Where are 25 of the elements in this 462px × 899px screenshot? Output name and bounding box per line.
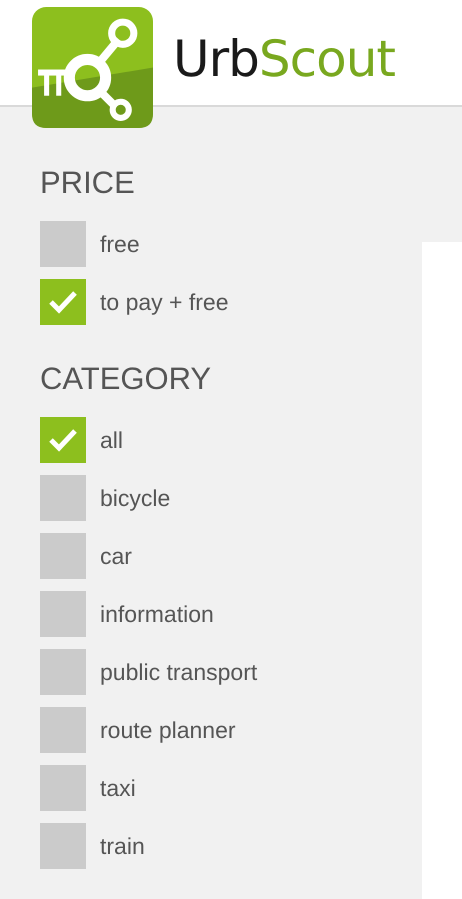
checkbox[interactable] [40, 475, 86, 521]
check-icon [48, 428, 78, 452]
option-label: car [100, 542, 132, 570]
checkbox[interactable] [40, 417, 86, 463]
checkbox[interactable] [40, 823, 86, 869]
option-label: to pay + free [100, 288, 228, 316]
checkbox[interactable] [40, 765, 86, 811]
checkbox[interactable] [40, 221, 86, 267]
brand-name: UrbScout [173, 30, 396, 88]
section-heading: PRICE [40, 165, 136, 201]
option-label: route planner [100, 716, 236, 744]
option-label: taxi [100, 774, 136, 802]
option-label: all [100, 426, 124, 454]
check-icon [48, 290, 78, 314]
option-label: train [100, 832, 145, 860]
checkbox[interactable] [40, 649, 86, 695]
checkbox[interactable] [40, 279, 86, 325]
checkbox[interactable] [40, 533, 86, 579]
option-label: bicycle [100, 484, 170, 512]
section-heading: CATEGORY [40, 361, 212, 397]
option-label: information [100, 600, 214, 628]
checkbox[interactable] [40, 591, 86, 637]
option-label: free [100, 230, 140, 258]
checkbox[interactable] [40, 707, 86, 753]
option-label: public transport [100, 658, 258, 686]
